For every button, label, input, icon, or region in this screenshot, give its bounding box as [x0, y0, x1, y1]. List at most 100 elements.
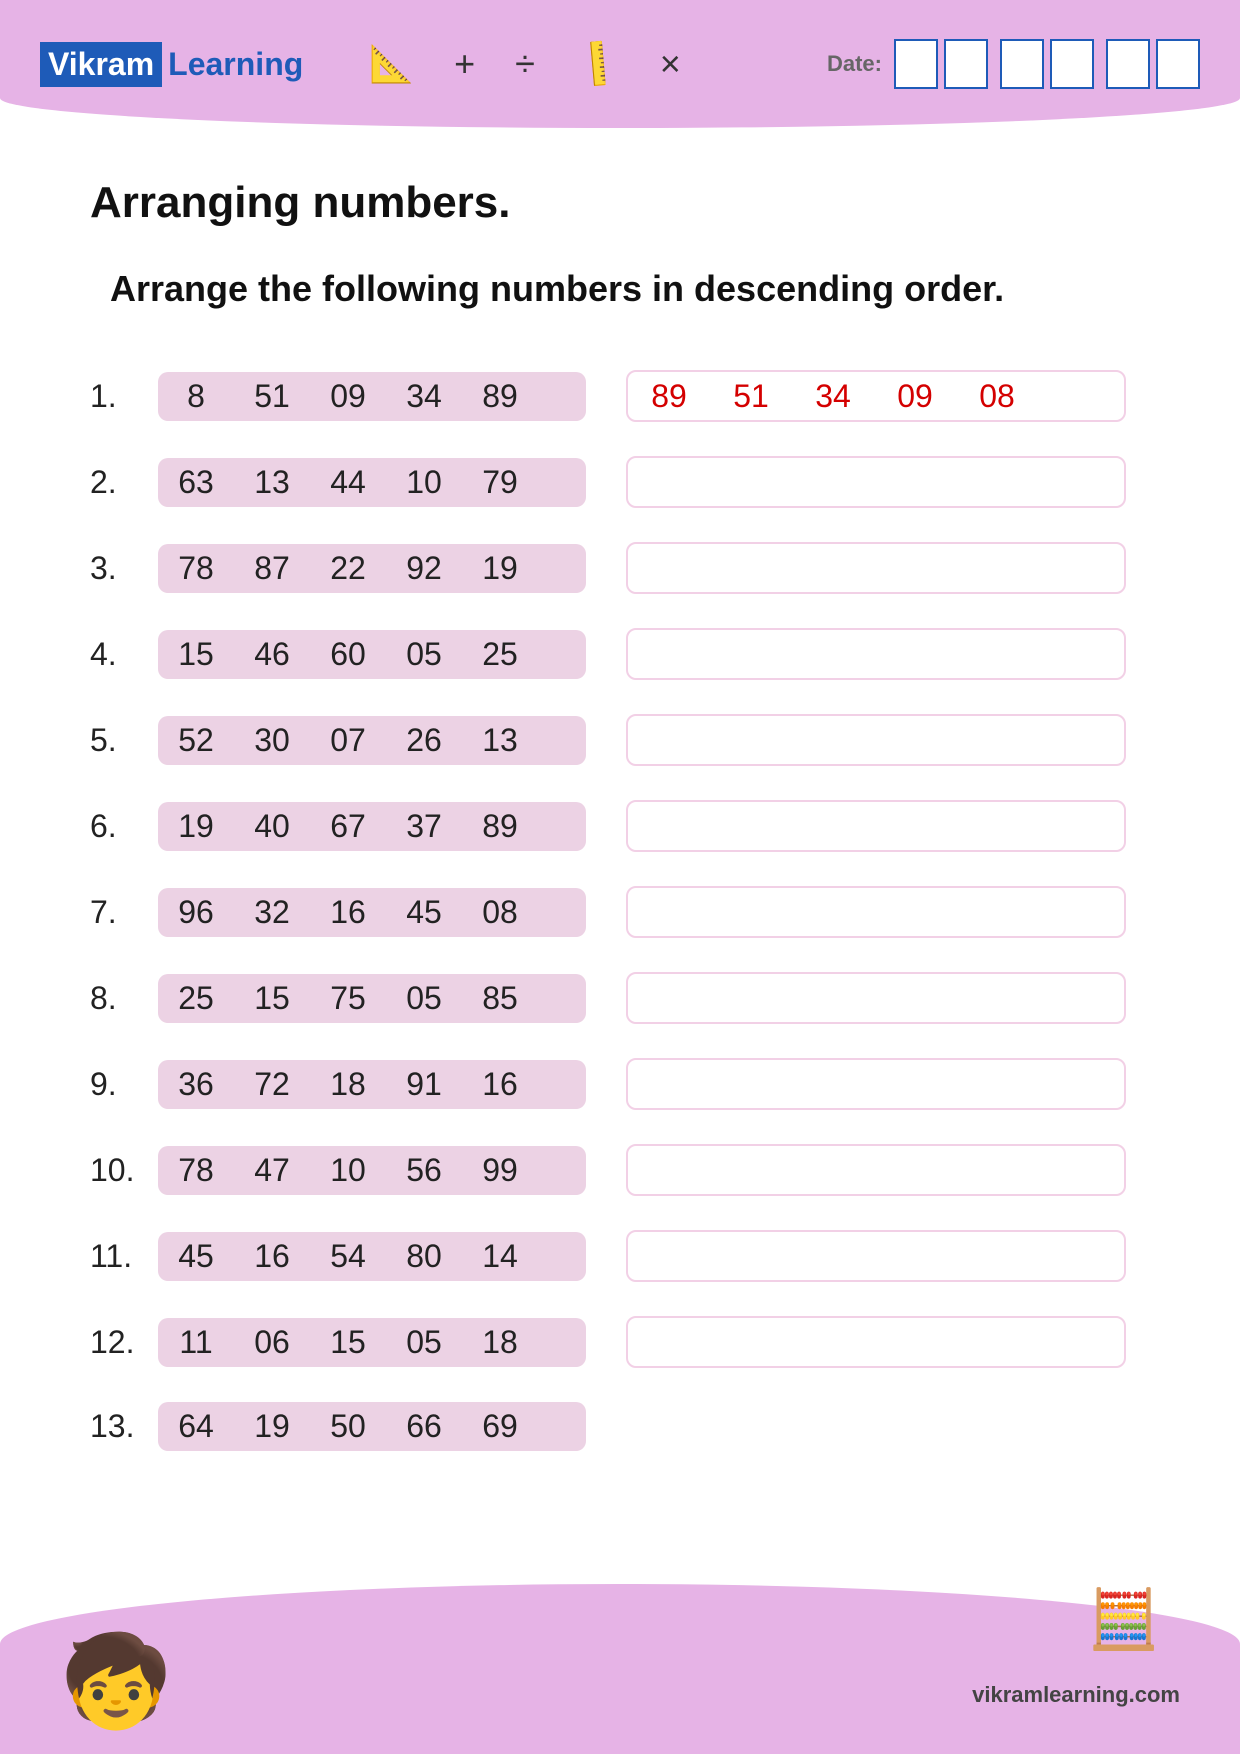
given-numbers: 851093489 [158, 372, 586, 421]
given-numbers: 4516548014 [158, 1232, 586, 1281]
problem-row: 13.6419506669 [90, 1402, 1150, 1451]
problem-row: 12.1106150518 [90, 1316, 1150, 1368]
kid-icon: 🧒 [60, 1629, 172, 1734]
number-cell: 87 [248, 550, 296, 587]
answer-box[interactable] [626, 1144, 1126, 1196]
row-number: 2. [90, 464, 158, 501]
number-cell: 50 [324, 1408, 372, 1445]
number-cell: 22 [324, 550, 372, 587]
logo: Vikram Learning [40, 42, 309, 87]
number-cell: 19 [172, 808, 220, 845]
number-cell: 54 [324, 1238, 372, 1275]
number-cell: 89 [476, 378, 524, 415]
worksheet-content: Arranging numbers. Arrange the following… [0, 128, 1240, 1471]
number-cell: 51 [248, 378, 296, 415]
number-cell: 13 [248, 464, 296, 501]
number-cell: 15 [248, 980, 296, 1017]
number-cell: 36 [172, 1066, 220, 1103]
page-title: Arranging numbers. [90, 178, 1150, 228]
number-cell: 37 [400, 808, 448, 845]
number-cell: 30 [248, 722, 296, 759]
given-numbers: 7847105699 [158, 1146, 586, 1195]
number-cell: 07 [324, 722, 372, 759]
number-cell: 99 [476, 1152, 524, 1189]
date-box[interactable] [1156, 39, 1200, 89]
row-number: 9. [90, 1066, 158, 1103]
date-area: Date: [827, 39, 1200, 89]
number-cell: 16 [324, 894, 372, 931]
number-cell: 91 [400, 1066, 448, 1103]
row-number: 6. [90, 808, 158, 845]
answer-box[interactable] [626, 800, 1126, 852]
number-cell: 34 [400, 378, 448, 415]
number-cell: 96 [172, 894, 220, 931]
plus-icon: + [454, 43, 475, 85]
number-cell: 75 [324, 980, 372, 1017]
answer-box[interactable] [626, 972, 1126, 1024]
number-cell: 79 [476, 464, 524, 501]
date-box[interactable] [1050, 39, 1094, 89]
page-subtitle: Arrange the following numbers in descend… [90, 268, 1150, 310]
number-cell: 32 [248, 894, 296, 931]
answer-number: 09 [892, 378, 938, 415]
date-box[interactable] [944, 39, 988, 89]
answer-box[interactable] [626, 542, 1126, 594]
given-numbers: 6313441079 [158, 458, 586, 507]
answer-box[interactable]: 8951340908 [626, 370, 1126, 422]
triangle-ruler-icon: 📐 [369, 43, 414, 85]
row-number: 7. [90, 894, 158, 931]
date-box[interactable] [1106, 39, 1150, 89]
number-cell: 18 [476, 1324, 524, 1361]
given-numbers: 7887229219 [158, 544, 586, 593]
answer-box[interactable] [626, 456, 1126, 508]
header-banner: Vikram Learning 📐 + ÷ 📏 × Date: [0, 0, 1240, 128]
answer-number: 34 [810, 378, 856, 415]
row-number: 4. [90, 636, 158, 673]
given-numbers: 2515750585 [158, 974, 586, 1023]
answer-box[interactable] [626, 1230, 1126, 1282]
number-cell: 46 [248, 636, 296, 673]
given-numbers: 1546600525 [158, 630, 586, 679]
number-cell: 44 [324, 464, 372, 501]
number-cell: 8 [172, 378, 220, 415]
date-box[interactable] [1000, 39, 1044, 89]
answer-box[interactable] [626, 628, 1126, 680]
number-cell: 08 [476, 894, 524, 931]
number-cell: 47 [248, 1152, 296, 1189]
answer-number: 51 [728, 378, 774, 415]
number-cell: 60 [324, 636, 372, 673]
problem-row: 5.5230072613 [90, 714, 1150, 766]
ruler-icon: 📏 [567, 34, 628, 95]
number-cell: 15 [324, 1324, 372, 1361]
number-cell: 80 [400, 1238, 448, 1275]
number-cell: 25 [476, 636, 524, 673]
number-cell: 78 [172, 550, 220, 587]
row-number: 12. [90, 1324, 158, 1361]
problem-row: 7.9632164508 [90, 886, 1150, 938]
number-cell: 16 [248, 1238, 296, 1275]
number-cell: 16 [476, 1066, 524, 1103]
number-cell: 85 [476, 980, 524, 1017]
problem-row: 11.4516548014 [90, 1230, 1150, 1282]
number-cell: 45 [172, 1238, 220, 1275]
number-cell: 89 [476, 808, 524, 845]
number-cell: 64 [172, 1408, 220, 1445]
number-cell: 19 [476, 550, 524, 587]
problem-row: 3.7887229219 [90, 542, 1150, 594]
answer-number: 08 [974, 378, 1020, 415]
given-numbers: 5230072613 [158, 716, 586, 765]
given-numbers: 9632164508 [158, 888, 586, 937]
answer-box[interactable] [626, 886, 1126, 938]
logo-part1: Vikram [40, 42, 162, 87]
answer-box[interactable] [626, 1058, 1126, 1110]
number-cell: 06 [248, 1324, 296, 1361]
answer-box[interactable] [626, 714, 1126, 766]
number-cell: 72 [248, 1066, 296, 1103]
given-numbers: 1940673789 [158, 802, 586, 851]
row-number: 11. [90, 1238, 158, 1275]
number-cell: 56 [400, 1152, 448, 1189]
date-box[interactable] [894, 39, 938, 89]
number-cell: 67 [324, 808, 372, 845]
answer-box[interactable] [626, 1316, 1126, 1368]
number-cell: 18 [324, 1066, 372, 1103]
